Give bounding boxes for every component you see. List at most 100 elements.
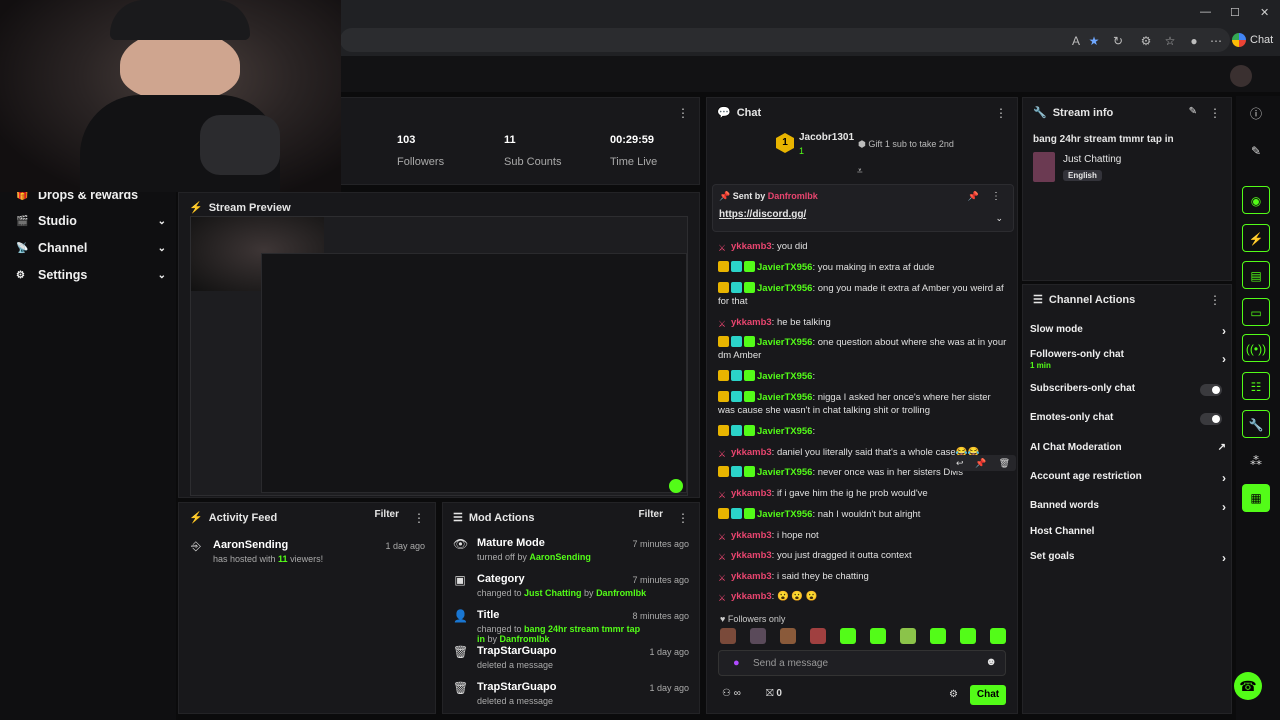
emote-icon[interactable] <box>960 628 976 644</box>
stream-category[interactable]: Just Chatting <box>1063 154 1121 165</box>
channel-actions-menu-icon[interactable]: ⋮ <box>1209 293 1221 307</box>
extension-icon[interactable]: ⚙ <box>1138 33 1154 49</box>
top-gifter-name[interactable]: Jacobr1301 <box>799 132 854 143</box>
chat-username[interactable]: ykkamb3 <box>731 488 772 499</box>
chat-username[interactable]: JavierTX956 <box>757 392 812 403</box>
stats-menu-icon[interactable]: ⋮ <box>677 106 689 120</box>
chat-username[interactable]: ykkamb3 <box>731 550 772 561</box>
emote-icon[interactable] <box>840 628 856 644</box>
pin-collapse-icon[interactable]: ⩡ <box>857 166 863 177</box>
chat-message[interactable]: JavierTX956: <box>718 370 1008 383</box>
channel-action-account-age-restriction[interactable]: Account age restriction › <box>1030 471 1226 485</box>
mod-filter-button[interactable]: Filter <box>639 509 663 520</box>
mod-menu-icon[interactable]: ⋮ <box>677 511 689 525</box>
sidebar-item-settings[interactable]: ⚙ Settings ⌄ <box>16 268 166 282</box>
chat-username[interactable]: JavierTX956 <box>757 371 812 382</box>
chat-message[interactable]: JavierTX956: you making in extra af dude <box>718 261 1008 274</box>
pin-icon[interactable]: 📌 <box>975 458 986 469</box>
channel-action-ai-chat-moderation[interactable]: AI Chat Moderation ↗ <box>1030 442 1226 453</box>
toggle-switch[interactable] <box>1200 413 1222 425</box>
chat-message[interactable]: ⚔ ykkamb3: 😮 😮 😮 <box>718 590 1008 603</box>
chat-message[interactable]: ⚔ ykkamb3: if i gave him the ig he prob w… <box>718 487 1008 500</box>
bolt-icon[interactable]: ⚡ <box>1242 224 1270 252</box>
chat-message[interactable]: ⚔ ykkamb3: i hope not <box>718 529 1008 542</box>
emote-icon[interactable] <box>750 628 766 644</box>
camera-icon[interactable]: ◉ <box>1242 186 1270 214</box>
maximize-button[interactable]: ☐ <box>1230 6 1240 19</box>
emoji-icon[interactable]: ☻ <box>985 656 997 668</box>
chat-message[interactable]: ⚔ ykkamb3: he be talking <box>718 316 1008 329</box>
activity-filter-button[interactable]: Filter <box>375 509 399 520</box>
user-avatar[interactable] <box>1230 65 1252 87</box>
read-aloud-icon[interactable]: A <box>1068 33 1084 49</box>
chat-username[interactable]: ykkamb3 <box>731 241 772 252</box>
chevron-down-icon[interactable]: ⌄ <box>158 243 166 254</box>
emote-icon[interactable] <box>870 628 886 644</box>
chat-message[interactable]: JavierTX956: ong you made it extra af Am… <box>718 282 1008 308</box>
stream-preview-video[interactable] <box>190 216 688 496</box>
channel-action-followers-only-chat[interactable]: Followers-only chat 1 min › <box>1030 349 1226 370</box>
star-icon[interactable]: ★ <box>1086 33 1102 49</box>
chat-username[interactable]: ykkamb3 <box>731 571 772 582</box>
close-window-button[interactable]: ✕ <box>1260 6 1269 19</box>
chat-message[interactable]: JavierTX956: one question about where sh… <box>718 336 1008 362</box>
channel-action-emotes-only-chat[interactable]: Emotes-only chat <box>1030 412 1226 425</box>
stream-info-menu-icon[interactable]: ⋮ <box>1209 106 1221 120</box>
channel-action-subscribers-only-chat[interactable]: Subscribers-only chat <box>1030 383 1226 396</box>
minimize-button[interactable]: — <box>1200 6 1211 18</box>
chat-username[interactable]: ykkamb3 <box>731 317 772 328</box>
channel-action-banned-words[interactable]: Banned words › <box>1030 500 1226 514</box>
chat-message[interactable]: JavierTX956: nigga I asked her once's wh… <box>718 391 1008 417</box>
reply-icon[interactable]: ↩ <box>956 458 964 469</box>
list-icon[interactable]: ☷ <box>1242 372 1270 400</box>
pencil-icon[interactable]: ✎ <box>1242 137 1270 165</box>
send-chat-button[interactable]: Chat <box>970 685 1006 705</box>
pinned-menu-icon[interactable]: ⋮ <box>991 191 1001 202</box>
chat-icon[interactable]: ▭ <box>1242 298 1270 326</box>
chat-message[interactable]: ⚔ ykkamb3: you did <box>718 240 1008 253</box>
channel-action-host-channel[interactable]: Host Channel <box>1030 526 1226 537</box>
mic-icon[interactable]: ● <box>733 657 740 669</box>
chat-username[interactable]: JavierTX956 <box>757 426 812 437</box>
activity-menu-icon[interactable]: ⋮ <box>413 511 425 525</box>
emote-icon[interactable] <box>780 628 796 644</box>
channel-action-slow-mode[interactable]: Slow mode › <box>1030 324 1226 338</box>
channel-action-set-goals[interactable]: Set goals › <box>1030 551 1226 565</box>
points-display[interactable]: ⛝ 0 <box>766 688 782 699</box>
chevron-down-icon[interactable]: ⌄ <box>158 270 166 281</box>
chat-username[interactable]: JavierTX956 <box>757 337 812 348</box>
chat-username[interactable]: ykkamb3 <box>731 447 772 458</box>
gift-prompt[interactable]: ⬢ Gift 1 sub to take 2nd <box>858 139 954 150</box>
chevron-down-icon[interactable]: ⌄ <box>158 216 166 227</box>
chat-message[interactable]: JavierTX956: nah I wouldn't but alright <box>718 508 1008 521</box>
chat-username[interactable]: JavierTX956 <box>757 467 812 478</box>
chat-message[interactable]: JavierTX956: <box>718 425 1008 438</box>
chat-input[interactable]: ● Send a message ☻ <box>718 650 1006 676</box>
chat-username[interactable]: ykkamb3 <box>731 530 772 541</box>
delete-icon[interactable]: 🗑 <box>999 458 1010 469</box>
info-icon[interactable]: ⓘ <box>1242 100 1270 128</box>
infinity-icon[interactable]: ⚇ ∞ <box>722 688 741 699</box>
sidebar-item-studio[interactable]: 🎬 Studio ⌄ <box>16 214 166 228</box>
chat-username[interactable]: JavierTX956 <box>757 509 812 520</box>
emote-icon[interactable] <box>930 628 946 644</box>
group-icon[interactable]: ⁂ <box>1242 447 1270 475</box>
expand-icon[interactable]: ⌄ <box>995 213 1003 224</box>
profile-icon[interactable]: ● <box>1186 33 1202 49</box>
support-icon[interactable]: ☎ <box>1234 672 1262 700</box>
chat-username[interactable]: ykkamb3 <box>731 591 772 602</box>
chat-menu-icon[interactable]: ⋮ <box>995 106 1007 120</box>
chat-username[interactable]: JavierTX956 <box>757 283 812 294</box>
emote-icon[interactable] <box>720 628 736 644</box>
toggle-switch[interactable] <box>1200 384 1222 396</box>
emote-icon[interactable] <box>900 628 916 644</box>
chat-username[interactable]: JavierTX956 <box>757 262 812 273</box>
chat-settings-icon[interactable]: ⚙ <box>949 689 958 700</box>
emote-icon[interactable] <box>810 628 826 644</box>
favorites-icon[interactable]: ☆ <box>1162 33 1178 49</box>
chat-message[interactable]: ⚔ ykkamb3: you just dragged it outta cont… <box>718 549 1008 562</box>
pinned-link[interactable]: https://discord.gg/ <box>719 209 806 220</box>
clapper-icon[interactable]: ▦ <box>1242 484 1270 512</box>
broadcast-icon[interactable]: ((•)) <box>1242 334 1270 362</box>
unpin-icon[interactable]: 📌 <box>968 191 979 202</box>
